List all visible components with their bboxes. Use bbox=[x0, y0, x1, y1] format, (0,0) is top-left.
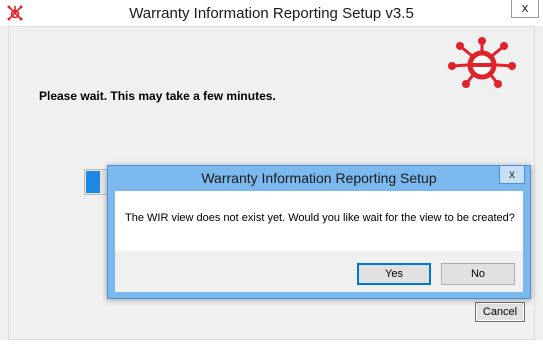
window-bottom-strip bbox=[0, 340, 543, 348]
dialog-message-area: The WIR view does not exist yet. Would y… bbox=[115, 191, 523, 251]
brand-logo-icon bbox=[448, 37, 516, 88]
wait-message: Please wait. This may take a few minutes… bbox=[39, 89, 276, 103]
no-button[interactable]: No bbox=[441, 263, 515, 285]
dialog-message: The WIR view does not exist yet. Would y… bbox=[125, 212, 515, 224]
confirm-dialog: Warranty Information Reporting Setup x T… bbox=[107, 165, 531, 299]
yes-button[interactable]: Yes bbox=[357, 263, 431, 285]
window-close-button[interactable]: x bbox=[511, 0, 539, 18]
window-title: Warranty Information Reporting Setup v3.… bbox=[129, 5, 414, 22]
dialog-body: The WIR view does not exist yet. Would y… bbox=[115, 191, 523, 292]
cancel-button[interactable]: Cancel bbox=[475, 302, 525, 322]
window-titlebar[interactable]: Warranty Information Reporting Setup v3.… bbox=[0, 0, 543, 26]
dialog-title: Warranty Information Reporting Setup bbox=[201, 170, 437, 186]
dialog-close-button[interactable]: x bbox=[499, 166, 525, 184]
progress-fill bbox=[86, 171, 100, 193]
